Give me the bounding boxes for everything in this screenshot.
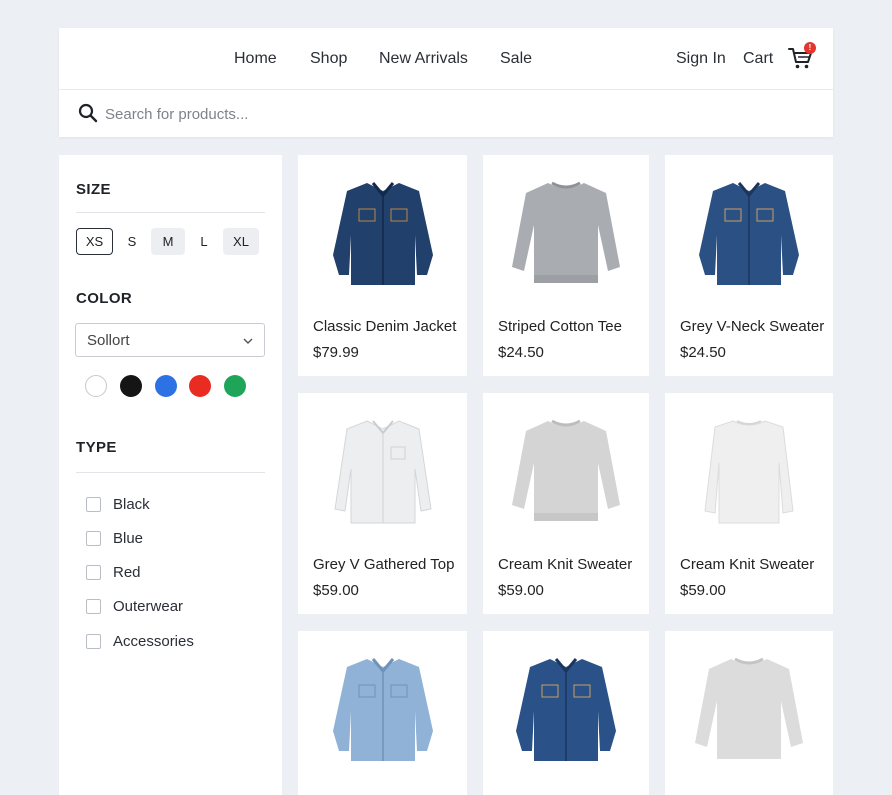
white-shirt-icon [333,420,432,524]
denim-shirt-mid-icon [516,658,616,761]
product-card[interactable] [483,631,649,795]
product-name: Grey V Gathered Top [313,556,455,573]
type-option-label: Red [113,564,141,581]
longsleeve-white-icon [704,420,794,524]
sweater-light-grey-icon [512,419,620,521]
nav-link-new-arrivals[interactable]: New Arrivals [379,50,468,68]
type-filter-title: TYPE [76,439,117,456]
color-swatch-white[interactable] [85,375,107,397]
color-select-value: Sollort [87,332,130,349]
product-name: Grey V-Neck Sweater [680,318,825,335]
divider [76,472,265,473]
product-card[interactable]: Cream Knit Sweater $59.00 [665,393,833,614]
color-swatch-black[interactable] [120,375,142,397]
filter-sidebar: SIZE XS S M L XL COLOR Sollort TYPE Blac… [59,155,282,795]
nav-bar: Home Shop New Arrivals Sale Sign In Cart… [59,28,833,90]
nav-link-sale[interactable]: Sale [500,50,532,68]
checkbox[interactable] [86,565,101,580]
product-card[interactable]: Grey V-Neck Sweater $24.50 [665,155,833,376]
denim-shirt-dark-icon [332,182,433,285]
product-card[interactable]: Striped Cotton Tee $24.50 [483,155,649,376]
checkbox[interactable] [86,497,101,512]
product-card[interactable]: Classic Denim Jacket $79.99 [298,155,467,376]
type-option-label: Blue [113,530,144,547]
sign-in-link[interactable]: Sign In [676,50,726,68]
product-name: Cream Knit Sweater [498,556,633,573]
product-price: $79.99 [313,344,359,361]
cart-link[interactable]: Cart [743,50,773,68]
type-option-label: Accessories [113,633,194,650]
product-price: $59.00 [680,582,726,599]
color-swatch-green[interactable] [224,375,246,397]
checkbox[interactable] [86,634,101,649]
nav-link-shop[interactable]: Shop [310,50,347,68]
type-option-label: Black [113,496,150,513]
color-swatch-blue[interactable] [155,375,177,397]
divider [76,212,265,213]
product-name: Striped Cotton Tee [498,318,622,335]
product-price: $24.50 [498,344,544,361]
color-select[interactable]: Sollort [75,323,265,357]
sweater-light-grey-icon [695,657,803,759]
denim-shirt-mid-icon [699,182,799,285]
chevron-down-icon [243,338,253,344]
size-filter-title: SIZE [76,181,111,198]
product-card[interactable] [298,631,467,795]
product-card[interactable]: Grey V Gathered Top $59.00 [298,393,467,614]
size-option-m[interactable]: M [151,228,185,255]
search-icon[interactable] [78,103,98,123]
product-card[interactable]: Cream Knit Sweater $59.00 [483,393,649,614]
checkbox[interactable] [86,599,101,614]
checkbox[interactable] [86,531,101,546]
product-price: $59.00 [313,582,359,599]
sweater-grey-icon [512,181,620,283]
search-bar [59,90,833,137]
type-option-label: Outerwear [113,598,184,615]
size-option-xs[interactable]: XS [76,228,113,255]
product-price: $24.50 [680,344,726,361]
product-price: $59.00 [498,582,544,599]
site-header: Home Shop New Arrivals Sale Sign In Cart… [59,28,833,137]
product-name: Classic Denim Jacket [313,318,457,335]
nav-link-home[interactable]: Home [234,50,277,68]
search-input[interactable] [105,100,805,128]
product-card[interactable] [665,631,833,795]
color-filter-title: COLOR [76,290,133,307]
size-option-s[interactable]: S [120,228,144,255]
color-swatch-red[interactable] [189,375,211,397]
size-option-l[interactable]: L [192,228,216,255]
product-name: Cream Knit Sweater [680,556,815,573]
size-option-xl[interactable]: XL [223,228,259,255]
denim-shirt-light-icon [332,658,433,761]
cart-badge: ! [804,42,816,54]
